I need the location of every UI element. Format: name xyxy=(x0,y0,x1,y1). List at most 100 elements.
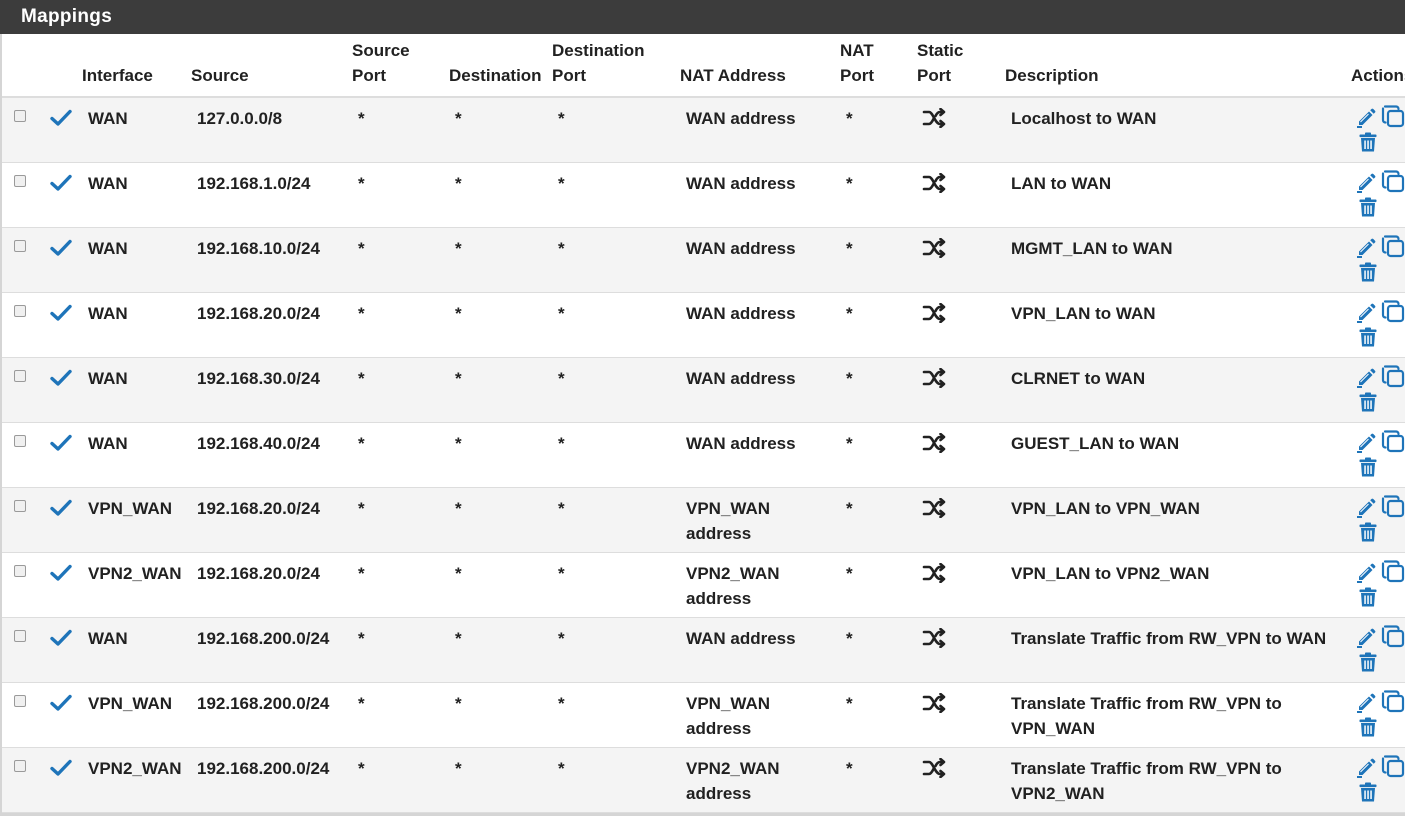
check-icon[interactable] xyxy=(50,434,72,452)
column-header-nat-address[interactable]: NAT Address xyxy=(680,63,786,88)
nat-port-cell: * xyxy=(846,109,853,128)
pencil-icon[interactable] xyxy=(1356,563,1376,583)
nat-address-line1: VPN2_WAN xyxy=(686,759,780,778)
column-header-actions: Actions xyxy=(1351,66,1405,85)
copy-icon[interactable] xyxy=(1380,169,1405,195)
panel-title: Mappings xyxy=(0,0,1405,34)
table-row: VPN2_WAN 192.168.20.0/24 * * * VPN2_WAN … xyxy=(2,553,1405,618)
check-icon[interactable] xyxy=(50,694,72,712)
source-port-cell: * xyxy=(358,109,365,128)
trash-icon[interactable] xyxy=(1359,132,1377,152)
pencil-icon[interactable] xyxy=(1356,108,1376,128)
check-icon[interactable] xyxy=(50,174,72,192)
table-row: VPN_WAN 192.168.200.0/24 * * * VPN_WAN a… xyxy=(2,683,1405,748)
trash-icon[interactable] xyxy=(1359,717,1377,737)
nat-address-cell: WAN address xyxy=(686,626,796,651)
table-row: WAN 192.168.1.0/24 * * * WAN address * L… xyxy=(2,163,1405,228)
pencil-icon[interactable] xyxy=(1356,173,1376,193)
copy-icon[interactable] xyxy=(1380,104,1405,130)
description-line1: GUEST_LAN to WAN xyxy=(1011,434,1180,453)
row-select-checkbox[interactable] xyxy=(14,435,26,447)
copy-icon[interactable] xyxy=(1380,299,1405,325)
trash-icon[interactable] xyxy=(1359,327,1377,347)
copy-icon[interactable] xyxy=(1380,364,1405,390)
copy-icon[interactable] xyxy=(1380,559,1405,585)
pencil-icon[interactable] xyxy=(1356,303,1376,323)
trash-icon[interactable] xyxy=(1359,457,1377,477)
trash-icon[interactable] xyxy=(1359,262,1377,282)
interface-cell: WAN xyxy=(88,629,128,648)
trash-icon[interactable] xyxy=(1359,197,1377,217)
column-header-destination-port-line2: Port xyxy=(552,66,586,85)
copy-icon[interactable] xyxy=(1380,624,1405,650)
interface-cell: WAN xyxy=(88,304,128,323)
pencil-icon[interactable] xyxy=(1356,433,1376,453)
row-select-checkbox[interactable] xyxy=(14,630,26,642)
copy-icon[interactable] xyxy=(1380,234,1405,260)
pencil-icon[interactable] xyxy=(1356,368,1376,388)
description-line1: VPN_LAN to VPN2_WAN xyxy=(1011,564,1210,583)
column-header-interface[interactable]: Interface xyxy=(82,63,153,88)
source-port-cell: * xyxy=(358,369,365,388)
row-select-checkbox[interactable] xyxy=(14,760,26,772)
check-icon[interactable] xyxy=(50,109,72,127)
column-header-destination[interactable]: Destination xyxy=(449,63,542,88)
check-icon[interactable] xyxy=(50,369,72,387)
row-select-checkbox[interactable] xyxy=(14,565,26,577)
column-header-source-port-line1: Source xyxy=(352,41,410,60)
row-select-checkbox[interactable] xyxy=(14,500,26,512)
copy-icon[interactable] xyxy=(1380,754,1405,780)
shuffle-icon xyxy=(922,173,946,193)
row-select-checkbox[interactable] xyxy=(14,305,26,317)
nat-port-cell: * xyxy=(846,564,853,583)
pencil-icon[interactable] xyxy=(1356,238,1376,258)
trash-icon[interactable] xyxy=(1359,782,1377,802)
trash-icon[interactable] xyxy=(1359,392,1377,412)
nat-port-cell: * xyxy=(846,629,853,648)
source-port-cell: * xyxy=(358,694,365,713)
trash-icon[interactable] xyxy=(1359,652,1377,672)
trash-icon[interactable] xyxy=(1359,522,1377,542)
column-header-nat-port-line2: Port xyxy=(840,66,874,85)
nat-port-cell: * xyxy=(846,239,853,258)
check-icon[interactable] xyxy=(50,629,72,647)
column-header-destination-port[interactable]: Destination Port xyxy=(552,38,645,88)
check-icon[interactable] xyxy=(50,304,72,322)
row-select-checkbox[interactable] xyxy=(14,370,26,382)
nat-port-cell: * xyxy=(846,759,853,778)
nat-address-cell: VPN2_WAN address xyxy=(686,561,780,611)
column-header-description[interactable]: Description xyxy=(1005,63,1099,88)
nat-port-cell: * xyxy=(846,694,853,713)
shuffle-icon xyxy=(922,238,946,258)
row-select-checkbox[interactable] xyxy=(14,695,26,707)
shuffle-icon xyxy=(922,498,946,518)
column-header-static-port[interactable]: Static Port xyxy=(917,38,963,88)
pencil-icon[interactable] xyxy=(1356,498,1376,518)
column-header-source-port[interactable]: Source Port xyxy=(352,38,410,88)
pencil-icon[interactable] xyxy=(1356,758,1376,778)
copy-icon[interactable] xyxy=(1380,429,1405,455)
row-select-checkbox[interactable] xyxy=(14,175,26,187)
shuffle-icon xyxy=(922,563,946,583)
source-port-cell: * xyxy=(358,564,365,583)
check-icon[interactable] xyxy=(50,499,72,517)
trash-icon[interactable] xyxy=(1359,587,1377,607)
column-header-source[interactable]: Source xyxy=(191,63,249,88)
nat-address-cell: WAN address xyxy=(686,366,796,391)
column-header-static-port-line1: Static xyxy=(917,41,964,60)
pencil-icon[interactable] xyxy=(1356,628,1376,648)
nat-address-cell: VPN2_WAN address xyxy=(686,756,780,806)
source-cell: 192.168.200.0/24 xyxy=(197,694,330,713)
pencil-icon[interactable] xyxy=(1356,693,1376,713)
row-select-checkbox[interactable] xyxy=(14,240,26,252)
check-icon[interactable] xyxy=(50,239,72,257)
check-icon[interactable] xyxy=(50,759,72,777)
description-line1: MGMT_LAN to WAN xyxy=(1011,239,1173,258)
copy-icon[interactable] xyxy=(1380,494,1405,520)
copy-icon[interactable] xyxy=(1380,689,1405,715)
column-header-nat-port[interactable]: NAT Port xyxy=(840,38,874,88)
source-port-cell: * xyxy=(358,629,365,648)
row-select-checkbox[interactable] xyxy=(14,110,26,122)
nat-address-line1: WAN address xyxy=(686,434,796,453)
check-icon[interactable] xyxy=(50,564,72,582)
